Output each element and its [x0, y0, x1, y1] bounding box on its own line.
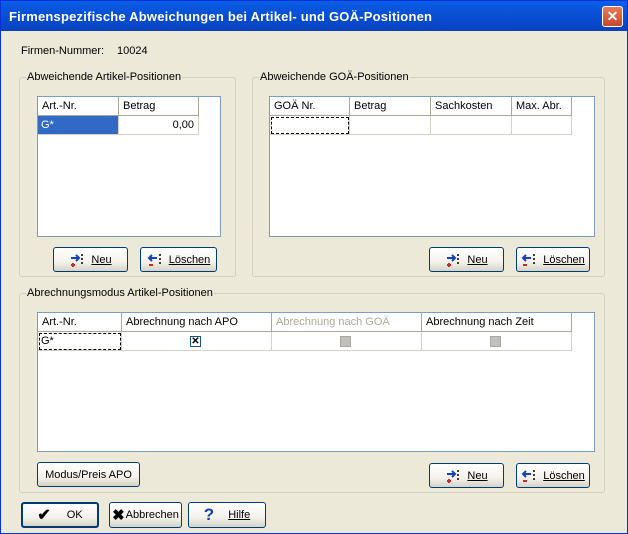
goae-new-button[interactable]: Neu	[429, 247, 504, 272]
goae-checkbox[interactable]	[340, 336, 351, 347]
goae-grid[interactable]: GOÄ Nr. Betrag Sachkosten Max. Abr.	[269, 96, 595, 237]
modus-cell-zeit[interactable]	[422, 332, 572, 351]
ok-button[interactable]: ✔ OK	[21, 502, 99, 528]
add-row-icon	[445, 253, 463, 267]
goae-header-sachkosten[interactable]: Sachkosten	[431, 97, 512, 116]
ok-label: OK	[66, 509, 83, 521]
add-row-icon	[69, 253, 87, 267]
modus-preis-apo-button[interactable]: Modus/Preis APO	[37, 462, 140, 487]
artikel-group-legend: Abweichende Artikel-Positionen	[27, 71, 182, 83]
artikel-header-betrag[interactable]: Betrag	[119, 97, 199, 116]
delete-row-icon	[147, 253, 165, 267]
artikel-header-artnr[interactable]: Art.-Nr.	[38, 97, 119, 116]
close-icon: ✕	[606, 8, 619, 24]
help-button[interactable]: ? Hilfe	[188, 502, 266, 528]
artikel-delete-button[interactable]: Löschen	[140, 247, 217, 272]
check-icon: ✕	[191, 336, 200, 347]
apo-checkbox[interactable]: ✕	[190, 336, 201, 347]
goae-cell-nr[interactable]	[270, 116, 350, 135]
artikel-grid[interactable]: Art.-Nr. Betrag G* 0,00	[37, 96, 221, 237]
goae-cell-maxabr[interactable]	[512, 116, 572, 135]
artikel-delete-label: Löschen	[168, 253, 211, 266]
modus-cell-goae[interactable]	[272, 332, 422, 351]
question-icon: ?	[203, 505, 215, 524]
artikel-new-button[interactable]: Neu	[53, 247, 128, 272]
modus-group-legend: Abrechnungsmodus Artikel-Positionen	[27, 287, 213, 299]
goae-group-legend: Abweichende GOÄ-Positionen	[260, 71, 409, 83]
modus-cell-artnr[interactable]: G*	[38, 332, 122, 351]
modus-delete-label: Löschen	[543, 469, 585, 482]
goae-delete-button[interactable]: Löschen	[516, 247, 590, 272]
cancel-x-icon: ✖	[112, 507, 125, 524]
goae-delete-label: Löschen	[543, 253, 585, 266]
delete-row-icon	[521, 469, 539, 483]
add-row-icon	[445, 469, 463, 483]
firmen-nummer-value: 10024	[117, 45, 148, 57]
modus-new-button[interactable]: Neu	[429, 463, 504, 488]
modus-header-artnr[interactable]: Art.-Nr.	[38, 313, 122, 332]
goae-new-label: Neu	[467, 253, 488, 266]
dialog-window: Firmenspezifische Abweichungen bei Artik…	[0, 0, 628, 534]
artikel-cell-betrag[interactable]: 0,00	[119, 116, 199, 135]
goae-header-nr[interactable]: GOÄ Nr.	[270, 97, 350, 116]
artikel-cell-artnr[interactable]: G*	[38, 116, 119, 135]
zeit-checkbox[interactable]	[490, 336, 501, 347]
help-label: Hilfe	[228, 509, 251, 521]
goae-cell-sachkosten[interactable]	[431, 116, 512, 135]
checkmark-icon: ✔	[37, 507, 51, 524]
close-button[interactable]: ✕	[602, 6, 623, 27]
goae-header-betrag[interactable]: Betrag	[350, 97, 431, 116]
delete-row-icon	[521, 253, 539, 267]
cancel-label: Abbrechen	[125, 509, 179, 521]
goae-cell-betrag[interactable]	[350, 116, 431, 135]
window-title: Firmenspezifische Abweichungen bei Artik…	[9, 9, 433, 24]
modus-grid[interactable]: Art.-Nr. Abrechnung nach APO Abrechnung …	[37, 312, 595, 452]
title-bar[interactable]: Firmenspezifische Abweichungen bei Artik…	[1, 1, 627, 31]
modus-header-apo[interactable]: Abrechnung nach APO	[122, 313, 272, 332]
modus-header-zeit[interactable]: Abrechnung nach Zeit	[422, 313, 572, 332]
firmen-nummer-label: Firmen-Nummer:	[21, 45, 105, 57]
modus-header-goae[interactable]: Abrechnung nach GOÄ	[272, 313, 422, 332]
modus-cell-apo[interactable]: ✕	[122, 332, 272, 351]
goae-header-maxabr[interactable]: Max. Abr.	[512, 97, 572, 116]
modus-delete-button[interactable]: Löschen	[516, 463, 590, 488]
artikel-new-label: Neu	[91, 253, 112, 266]
modus-new-label: Neu	[467, 469, 488, 482]
cancel-button[interactable]: ✖ Abbrechen	[109, 502, 182, 528]
